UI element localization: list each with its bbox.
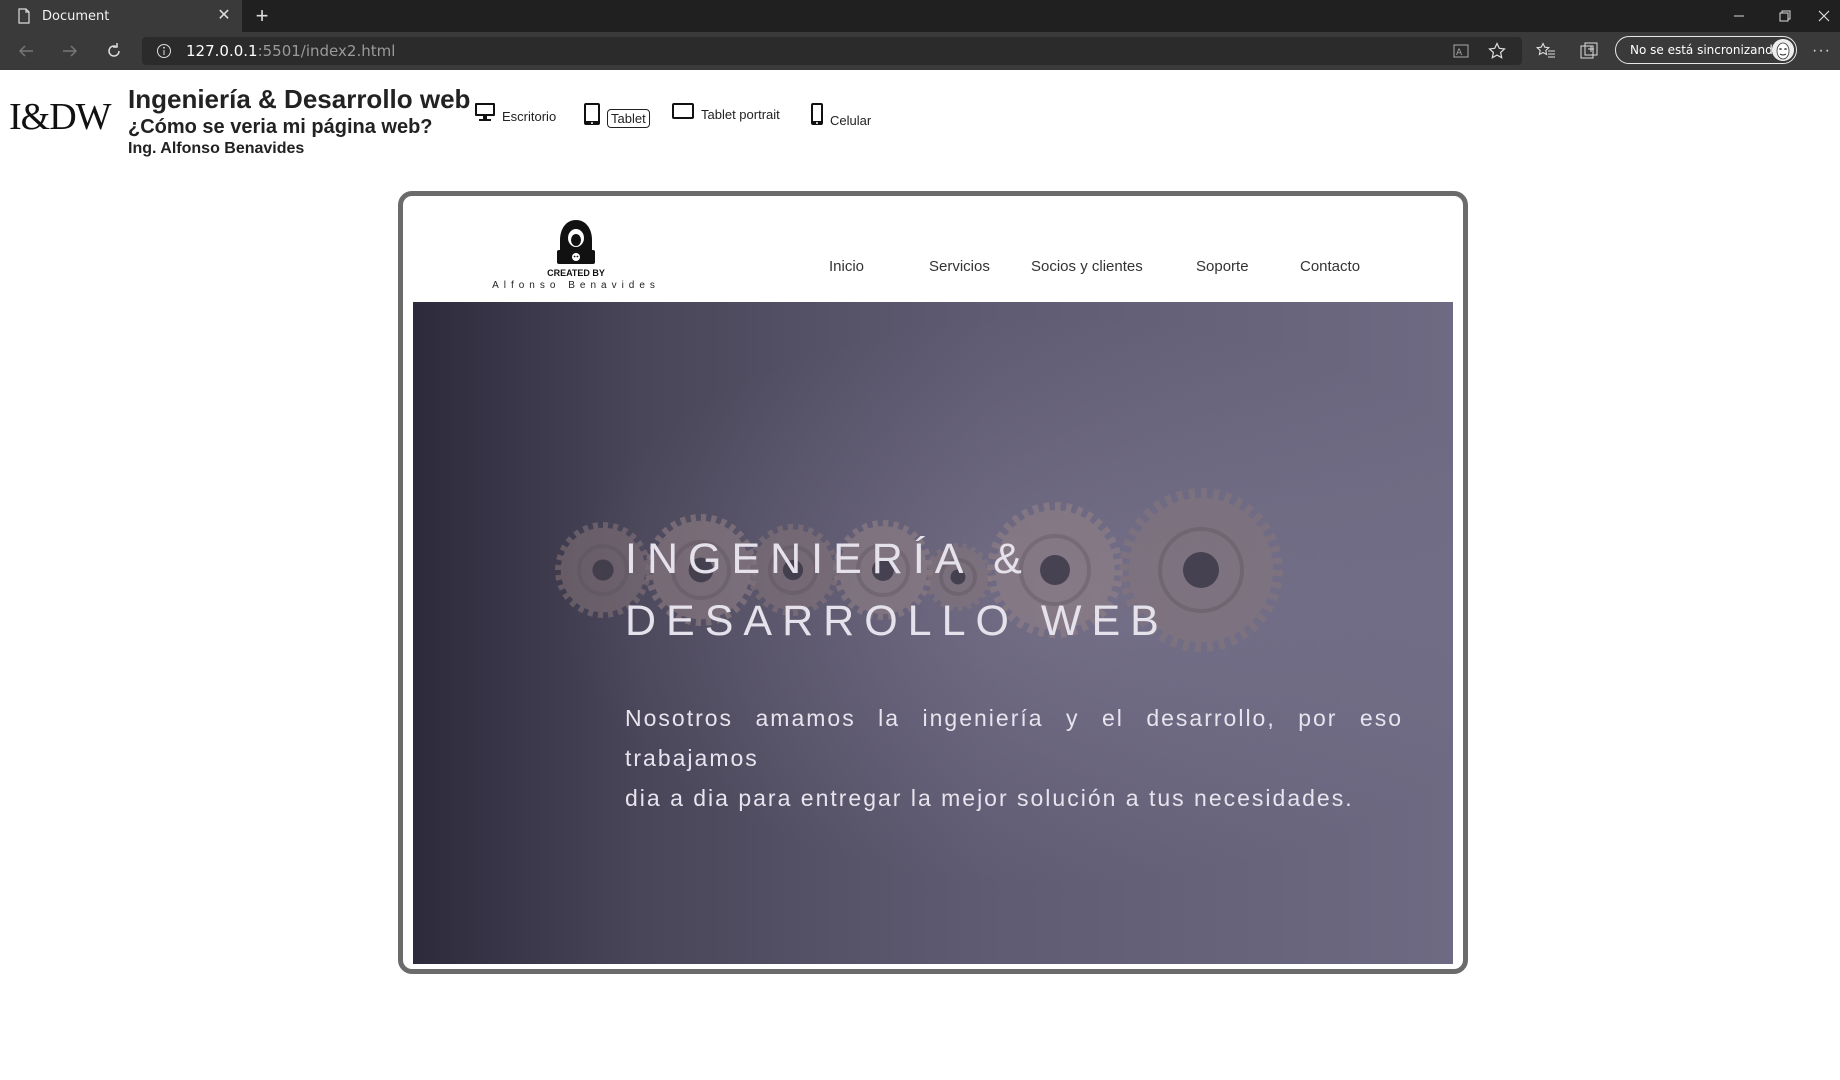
more-options-icon[interactable]: ··· bbox=[1812, 42, 1831, 60]
site-logo: I&DW bbox=[9, 96, 112, 138]
close-window-button[interactable] bbox=[1808, 0, 1840, 32]
hooded-hacker-icon bbox=[557, 220, 595, 264]
new-tab-button[interactable]: + bbox=[250, 4, 274, 28]
page-title: Ingeniería & Desarrollo web bbox=[128, 84, 471, 114]
collections-icon[interactable] bbox=[1580, 42, 1598, 60]
hero-section: INGENIERÍA & DESARROLLO WEB Nosotros ama… bbox=[413, 302, 1453, 964]
sync-label: No se está sincronizando bbox=[1630, 43, 1781, 57]
sync-status-button[interactable]: No se está sincronizando bbox=[1615, 36, 1797, 64]
profile-avatar-icon bbox=[1772, 39, 1794, 61]
back-arrow-icon bbox=[18, 45, 33, 57]
restore-button[interactable] bbox=[1762, 0, 1808, 32]
url-text[interactable]: 127.0.0.1:5501/index2.html bbox=[186, 42, 395, 60]
tablet-landscape-icon bbox=[672, 103, 694, 119]
forward-arrow-icon bbox=[63, 45, 78, 57]
hero-title-line-2: DESARROLLO WEB bbox=[625, 597, 1169, 645]
favorite-star-icon[interactable] bbox=[1488, 42, 1506, 60]
browser-tab[interactable]: Document ✕ bbox=[0, 0, 242, 32]
close-tab-icon[interactable]: ✕ bbox=[214, 6, 234, 26]
svg-text:A: A bbox=[1456, 48, 1463, 58]
url-path: :5501/index2.html bbox=[257, 42, 396, 60]
nav-link-servicios[interactable]: Servicios bbox=[929, 258, 990, 275]
desktop-icon bbox=[475, 103, 495, 121]
back-button[interactable] bbox=[12, 38, 40, 64]
nav-link-inicio[interactable]: Inicio bbox=[829, 258, 864, 275]
device-label-desktop: Escritorio bbox=[502, 109, 557, 124]
brand-created-by: CREATED BY bbox=[547, 268, 605, 278]
phone-icon bbox=[811, 103, 823, 125]
minimize-icon bbox=[1734, 15, 1744, 17]
address-bar[interactable]: 127.0.0.1:5501/index2.html A bbox=[142, 37, 1522, 65]
site-info-icon[interactable] bbox=[156, 43, 172, 59]
device-option-desktop[interactable]: Escritorio bbox=[474, 102, 557, 124]
nav-link-soporte[interactable]: Soporte bbox=[1196, 258, 1249, 275]
hero-title-line-1: INGENIERÍA & bbox=[625, 535, 1032, 583]
minimize-button[interactable] bbox=[1716, 0, 1762, 32]
browser-titlebar: Document ✕ + bbox=[0, 0, 1840, 32]
preview-screen[interactable]: CREATED BY Alfonso Benavides Inicio Serv… bbox=[413, 206, 1453, 964]
device-label-tablet-portrait: Tablet portrait bbox=[701, 107, 780, 122]
preview-navbar: CREATED BY Alfonso Benavides Inicio Serv… bbox=[413, 206, 1453, 302]
device-option-tablet-portrait[interactable]: Tablet portrait bbox=[671, 102, 780, 122]
hero-text-line-2: dia a dia para entregar la mejor solució… bbox=[625, 785, 1354, 811]
device-label-tablet: Tablet bbox=[607, 109, 650, 128]
device-option-tablet[interactable]: Tablet bbox=[583, 102, 650, 128]
device-label-phone: Celular bbox=[830, 113, 872, 128]
browser-toolbar: 127.0.0.1:5501/index2.html A No se está … bbox=[0, 32, 1840, 70]
close-icon bbox=[1818, 10, 1830, 22]
device-option-phone[interactable]: Celular bbox=[810, 102, 872, 128]
page-author: Ing. Alfonso Benavides bbox=[128, 140, 305, 157]
tablet-icon bbox=[584, 103, 600, 125]
gear-hole bbox=[1182, 551, 1220, 589]
hero-text-line-1: Nosotros amamos la ingeniería y el desar… bbox=[625, 705, 1403, 771]
page-subtitle: ¿Cómo se veria mi página web? bbox=[128, 116, 433, 138]
tablet-preview-frame: CREATED BY Alfonso Benavides Inicio Serv… bbox=[398, 191, 1468, 974]
forward-button[interactable] bbox=[56, 38, 84, 64]
hero-description: Nosotros amamos la ingeniería y el desar… bbox=[625, 698, 1403, 818]
gear-hole bbox=[592, 559, 614, 581]
hero-title: INGENIERÍA & DESARROLLO WEB bbox=[625, 528, 1169, 652]
url-host: 127.0.0.1 bbox=[186, 42, 258, 60]
nav-link-contacto[interactable]: Contacto bbox=[1300, 258, 1360, 275]
document-icon bbox=[18, 8, 30, 24]
favorites-list-icon[interactable] bbox=[1536, 42, 1556, 60]
tab-title: Document bbox=[42, 8, 110, 24]
reload-icon bbox=[108, 43, 120, 57]
nav-link-socios[interactable]: Socios y clientes bbox=[1031, 258, 1143, 275]
brand-logo[interactable]: CREATED BY Alfonso Benavides bbox=[481, 218, 671, 298]
translate-icon[interactable]: A bbox=[1452, 42, 1470, 60]
restore-icon bbox=[1779, 10, 1791, 22]
reload-button[interactable] bbox=[100, 38, 128, 64]
brand-author: Alfonso Benavides bbox=[492, 280, 660, 291]
